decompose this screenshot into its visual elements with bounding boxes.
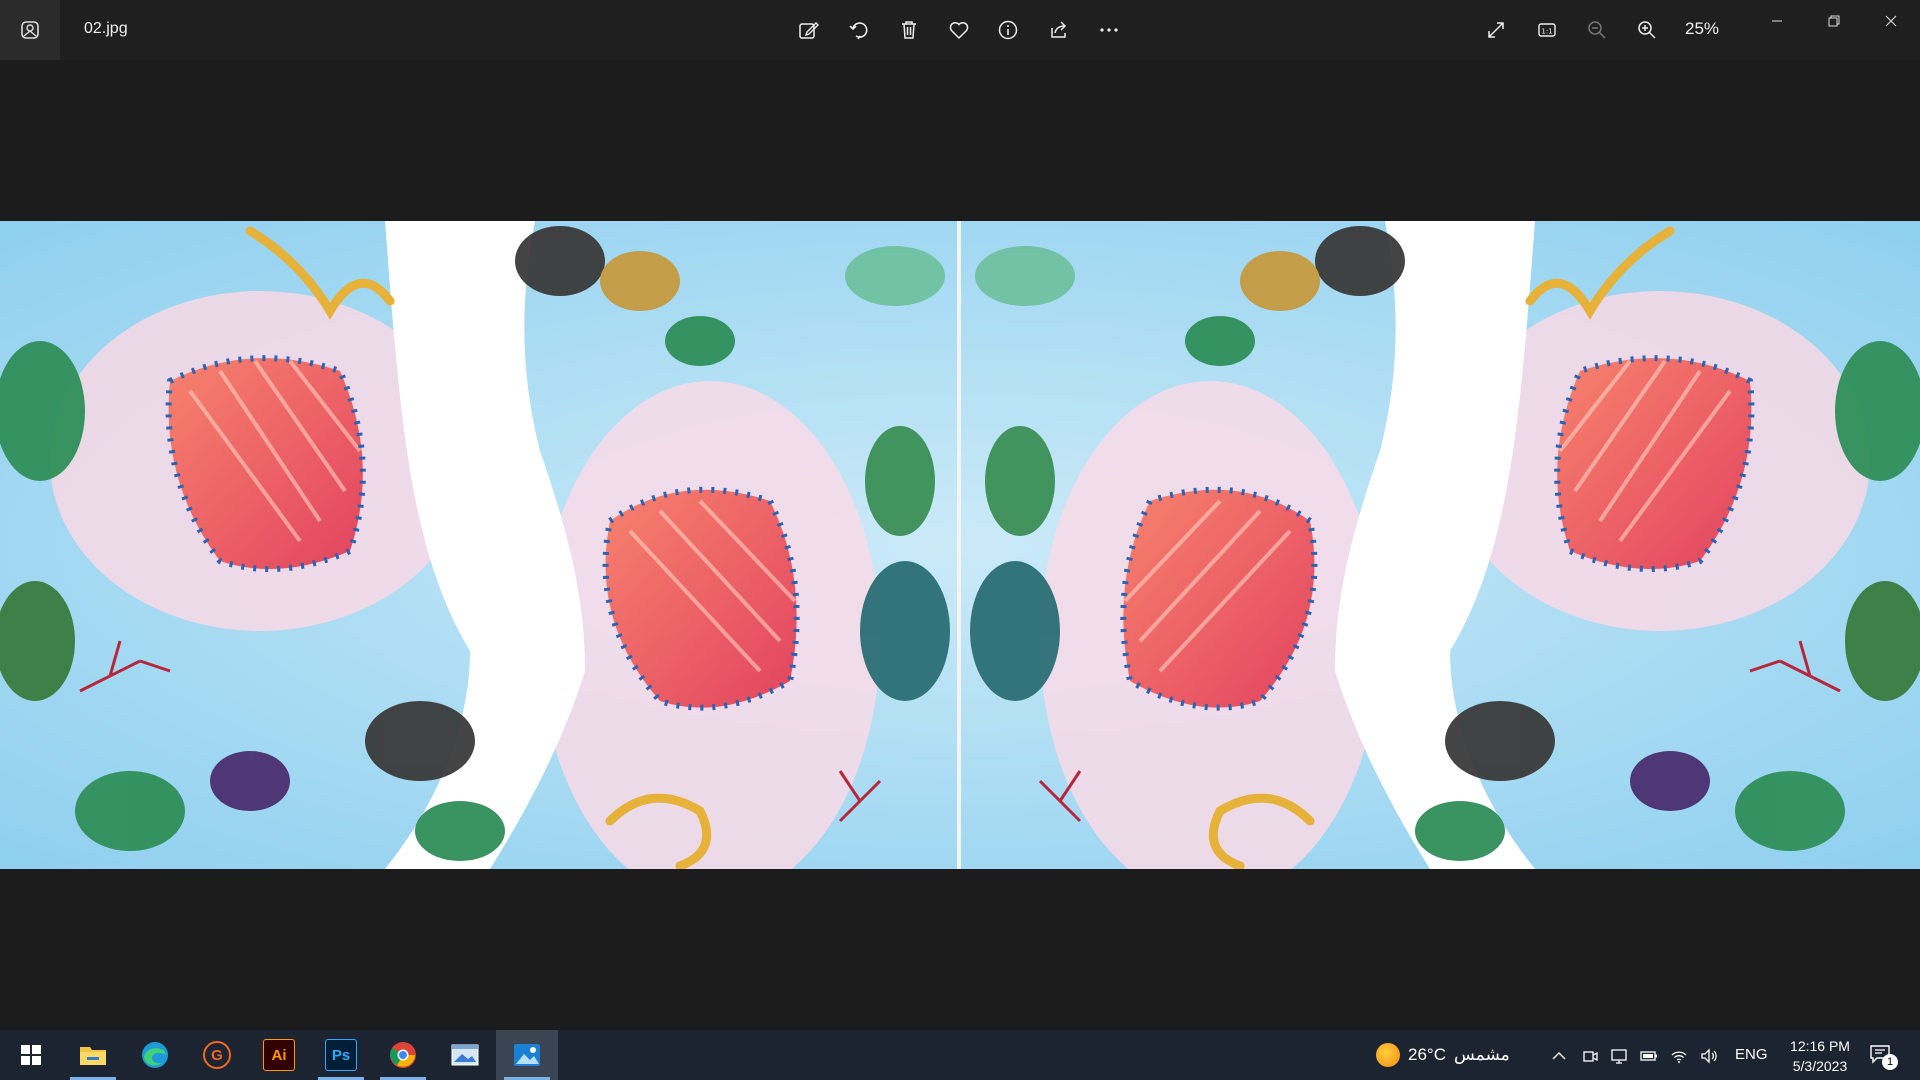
mirrored-pattern-artwork — [0, 221, 1920, 869]
clock-date: 5/3/2023 — [1792, 1058, 1848, 1074]
file-name: 02.jpg — [84, 20, 128, 37]
favorite-heart-icon[interactable] — [943, 14, 975, 46]
displayed-photo — [0, 221, 1920, 869]
chrome-icon — [390, 1042, 416, 1068]
battery-icon[interactable] — [1638, 1045, 1660, 1067]
info-icon[interactable] — [992, 14, 1024, 46]
actual-size-icon[interactable]: 1:1 — [1531, 14, 1563, 46]
minimize-icon[interactable] — [1757, 8, 1797, 34]
system-clock[interactable]: 12:16 PM 5/3/2023 — [1770, 1036, 1870, 1076]
taskbar-image-viewer[interactable] — [434, 1030, 496, 1080]
network-adapter-icon[interactable] — [1608, 1045, 1630, 1067]
share-icon[interactable] — [1043, 14, 1075, 46]
zoom-in-icon[interactable] — [1631, 14, 1663, 46]
svg-text:1:1: 1:1 — [1541, 28, 1552, 36]
action-center-button[interactable]: 1 — [1868, 1042, 1898, 1070]
meet-now-icon[interactable] — [1579, 1045, 1601, 1067]
taskbar: G Ai Ps 26°C مشمس ENG 12:16 PM 5/3/2023 … — [0, 1030, 1920, 1080]
close-icon[interactable] — [1871, 8, 1911, 34]
more-options-icon[interactable] — [1093, 14, 1125, 46]
delete-icon[interactable] — [893, 14, 925, 46]
edge-icon — [142, 1042, 168, 1068]
illustrator-icon: Ai — [263, 1039, 295, 1071]
grammarly-icon: G — [203, 1041, 231, 1069]
title-bar: 02.jpg 1:1 25% — [0, 0, 1920, 60]
input-language[interactable]: ENG — [1735, 1046, 1768, 1063]
taskbar-chrome[interactable] — [372, 1030, 434, 1080]
rotate-icon[interactable] — [843, 14, 875, 46]
image-viewer-icon — [451, 1044, 479, 1066]
weather-temperature: 26°C — [1408, 1045, 1446, 1064]
taskbar-grammarly[interactable]: G — [186, 1030, 248, 1080]
weather-condition: مشمس — [1453, 1045, 1510, 1064]
taskbar-illustrator[interactable]: Ai — [248, 1030, 310, 1080]
start-button[interactable] — [0, 1030, 62, 1080]
windows-logo-icon — [21, 1045, 41, 1065]
notification-count-badge: 1 — [1882, 1054, 1898, 1070]
image-canvas[interactable] — [0, 60, 1920, 1030]
taskbar-photoshop[interactable]: Ps — [310, 1030, 372, 1080]
wifi-icon[interactable] — [1668, 1045, 1690, 1067]
photos-app-icon[interactable] — [0, 0, 60, 60]
taskbar-file-explorer[interactable] — [62, 1030, 124, 1080]
taskbar-edge[interactable] — [124, 1030, 186, 1080]
full-screen-icon[interactable] — [1480, 14, 1512, 46]
show-hidden-icons-chevron-icon[interactable] — [1548, 1045, 1570, 1067]
restore-icon[interactable] — [1814, 8, 1854, 34]
zoom-out-icon[interactable] — [1581, 14, 1613, 46]
taskbar-photos[interactable] — [496, 1030, 558, 1080]
sunny-icon — [1376, 1043, 1400, 1067]
clock-time: 12:16 PM — [1790, 1038, 1850, 1054]
photos-icon — [514, 1044, 540, 1066]
zoom-level[interactable]: 25% — [1685, 19, 1719, 39]
edit-image-icon[interactable] — [793, 14, 825, 46]
photoshop-icon: Ps — [325, 1039, 357, 1071]
folder-icon — [80, 1047, 106, 1065]
volume-icon[interactable] — [1698, 1045, 1720, 1067]
weather-widget[interactable]: 26°C مشمس — [1376, 1043, 1510, 1067]
